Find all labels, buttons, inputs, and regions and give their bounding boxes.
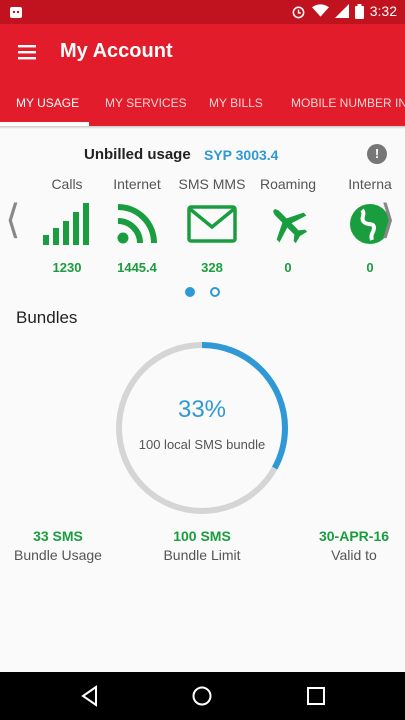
usage-item-value: 0 bbox=[366, 260, 374, 275]
info-button[interactable]: ! bbox=[367, 144, 387, 164]
signal-bars-icon bbox=[43, 203, 89, 245]
page-indicator-dot[interactable] bbox=[210, 287, 220, 297]
battery-icon bbox=[354, 3, 364, 19]
usage-item-internet[interactable]: Internet 1445.4 bbox=[97, 176, 177, 275]
bundle-name: 100 local SMS bundle bbox=[138, 437, 266, 452]
tab-my-bills[interactable]: MY BILLS bbox=[209, 96, 263, 110]
usage-item-name: Internet bbox=[113, 176, 161, 192]
back-icon[interactable] bbox=[78, 684, 102, 708]
tab-bar: MY USAGE MY SERVICES MY BILLS MOBILE NUM… bbox=[0, 80, 405, 126]
unbilled-usage-row: Unbilled usage SYP 3003.4 bbox=[0, 146, 405, 166]
stat-label: Valid to bbox=[331, 547, 377, 563]
usage-carousel[interactable]: Calls 1230 Internet 1445.4 SMS MMS 328 R… bbox=[0, 176, 405, 276]
system-nav-bar bbox=[0, 672, 405, 720]
usage-item-value: 1445.4 bbox=[117, 260, 157, 275]
stat-label: Bundle Usage bbox=[14, 547, 102, 563]
usage-item-value: 0 bbox=[284, 260, 292, 275]
hamburger-menu-icon[interactable] bbox=[14, 40, 42, 64]
usage-item-sms-mms[interactable]: SMS MMS 328 bbox=[172, 176, 252, 275]
wifi-icon bbox=[311, 4, 329, 17]
bundle-limit-stat: 100 SMS Bundle Limit bbox=[154, 528, 250, 563]
usage-item-value: 328 bbox=[201, 260, 223, 275]
usage-item-name: Roaming bbox=[259, 176, 317, 192]
bundle-usage-stat: 33 SMS Bundle Usage bbox=[10, 528, 106, 563]
bundle-progress-ring bbox=[116, 342, 288, 514]
home-icon[interactable] bbox=[190, 684, 214, 708]
unbilled-label: Unbilled usage bbox=[84, 146, 191, 163]
recents-icon[interactable] bbox=[304, 684, 328, 708]
unbilled-amount: SYP 3003.4 bbox=[204, 147, 279, 163]
usage-item-name: Calls bbox=[51, 176, 83, 192]
carousel-next-arrow-icon[interactable]: ⟩ bbox=[380, 200, 396, 240]
tab-mobile-number-info[interactable]: MOBILE NUMBER INF bbox=[291, 96, 405, 110]
page-indicator-dot-active[interactable] bbox=[185, 287, 195, 297]
cell-signal-icon bbox=[334, 4, 349, 18]
bundle-percent: 33% bbox=[177, 396, 227, 423]
android-icon bbox=[10, 7, 22, 18]
bundles-title: Bundles bbox=[16, 308, 78, 327]
usage-item-value: 1230 bbox=[52, 260, 82, 275]
usage-item-calls[interactable]: Calls 1230 bbox=[27, 176, 107, 275]
status-bar: 3:32 bbox=[0, 0, 405, 24]
stat-label: Bundle Limit bbox=[163, 547, 241, 563]
rss-icon bbox=[117, 204, 157, 244]
tab-shadow bbox=[0, 126, 405, 129]
tab-my-usage[interactable]: MY USAGE bbox=[16, 96, 79, 110]
app-bar: My Account bbox=[0, 24, 405, 80]
airplane-icon bbox=[273, 209, 308, 244]
status-time: 3:32 bbox=[369, 3, 397, 19]
stat-value: 30-APR-16 bbox=[318, 528, 390, 544]
alarm-icon bbox=[292, 6, 305, 18]
page-title: My Account bbox=[60, 40, 173, 62]
stat-value: 33 SMS bbox=[33, 528, 83, 544]
valid-to-stat: 30-APR-16 Valid to bbox=[306, 528, 402, 563]
envelope-icon bbox=[187, 205, 237, 243]
usage-item-name: Interna bbox=[348, 176, 392, 192]
usage-item-roaming[interactable]: Roaming 0 bbox=[248, 176, 328, 275]
tab-my-services[interactable]: MY SERVICES bbox=[105, 96, 187, 110]
usage-item-name: SMS MMS bbox=[178, 176, 246, 192]
stat-value: 100 SMS bbox=[173, 528, 231, 544]
carousel-prev-arrow-icon[interactable]: ⟨ bbox=[5, 200, 21, 240]
